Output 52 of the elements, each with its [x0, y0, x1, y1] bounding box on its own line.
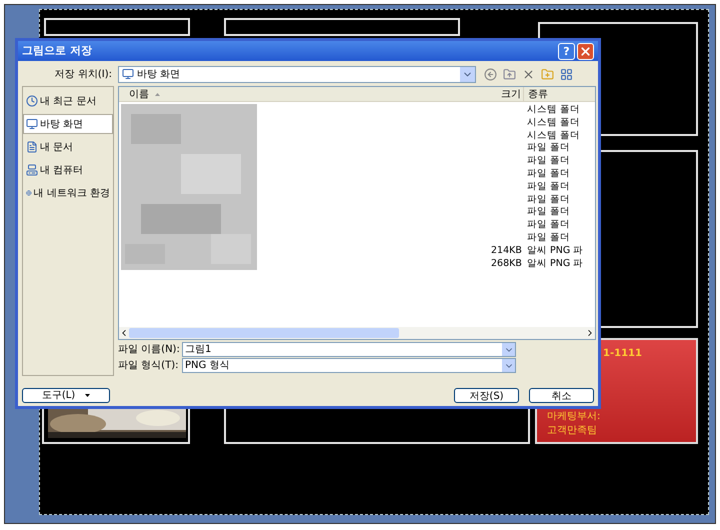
- close-button[interactable]: [577, 42, 594, 60]
- monitor-icon: [26, 118, 38, 130]
- file-type: 파일 폴더: [526, 194, 570, 206]
- file-type: 시스템 폴더: [526, 130, 580, 142]
- cancel-button[interactable]: 취소: [529, 388, 594, 403]
- file-type: 파일 폴더: [526, 206, 570, 220]
- file-name-field[interactable]: 그림1: [182, 342, 516, 357]
- window-title: 그림으로 저장: [22, 42, 92, 59]
- file-type: 시스템 폴더: [526, 104, 580, 117]
- file-type: 파일 폴더: [526, 180, 570, 194]
- place-item[interactable]: 내 최근 문서: [23, 91, 113, 111]
- file-type: 파일 폴더: [526, 155, 570, 168]
- place-item[interactable]: 내 컴퓨터: [23, 160, 113, 180]
- place-item[interactable]: 내 문서: [23, 137, 113, 157]
- views-icon[interactable]: [560, 68, 573, 80]
- field-label: 파일 이름(N):: [118, 343, 181, 357]
- file-type: 파일 폴더: [526, 168, 570, 181]
- file-type: 파일 폴더: [526, 142, 570, 156]
- computer-icon: [26, 164, 38, 176]
- save-in-dropdown[interactable]: 바탕 화면: [118, 66, 476, 82]
- file-size: 214KB: [491, 244, 522, 256]
- sort-arrow-icon: [155, 92, 160, 96]
- file-type-dropdown[interactable]: PNG 형식: [182, 358, 516, 373]
- file-type: 알씨 PNG 파: [526, 258, 584, 270]
- column-header[interactable]: 크기: [491, 86, 523, 102]
- file-size: 268KB: [491, 258, 522, 269]
- field-label: 파일 형식(T):: [118, 359, 180, 373]
- dropdown-arrow-icon: [85, 394, 90, 397]
- tools-button[interactable]: 도구(L): [22, 388, 110, 403]
- file-type: 파일 폴더: [526, 232, 570, 245]
- column-header[interactable]: 이름: [119, 86, 491, 102]
- clock-icon: [26, 95, 38, 107]
- help-button[interactable]: ?: [558, 42, 575, 60]
- save-button[interactable]: 저장(S): [454, 388, 519, 403]
- box-text: 1-1111: [603, 347, 643, 361]
- back-icon[interactable]: [484, 68, 497, 80]
- file-type: 파일 폴더: [526, 219, 570, 232]
- box-text: 마케팅부서:: [547, 410, 602, 424]
- document-icon: [26, 141, 38, 153]
- file-type: 시스템 폴더: [526, 116, 580, 130]
- save-in-label: 저장 위치(I):: [54, 68, 113, 82]
- scroll-thumb[interactable]: [129, 328, 399, 338]
- up-folder-icon[interactable]: [503, 68, 516, 80]
- monitor-icon: [122, 68, 134, 80]
- place-item[interactable]: 내 네트워크 환경: [23, 183, 113, 203]
- column-header[interactable]: 종류: [523, 86, 548, 102]
- close-icon: [579, 44, 592, 58]
- box-text: 고객만족팀: [547, 424, 598, 438]
- delete-icon[interactable]: [522, 68, 535, 80]
- place-item[interactable]: 바탕 화면: [23, 114, 113, 134]
- file-type: 알씨 PNG 파: [526, 244, 584, 258]
- horizontal-scrollbar[interactable]: [119, 327, 595, 339]
